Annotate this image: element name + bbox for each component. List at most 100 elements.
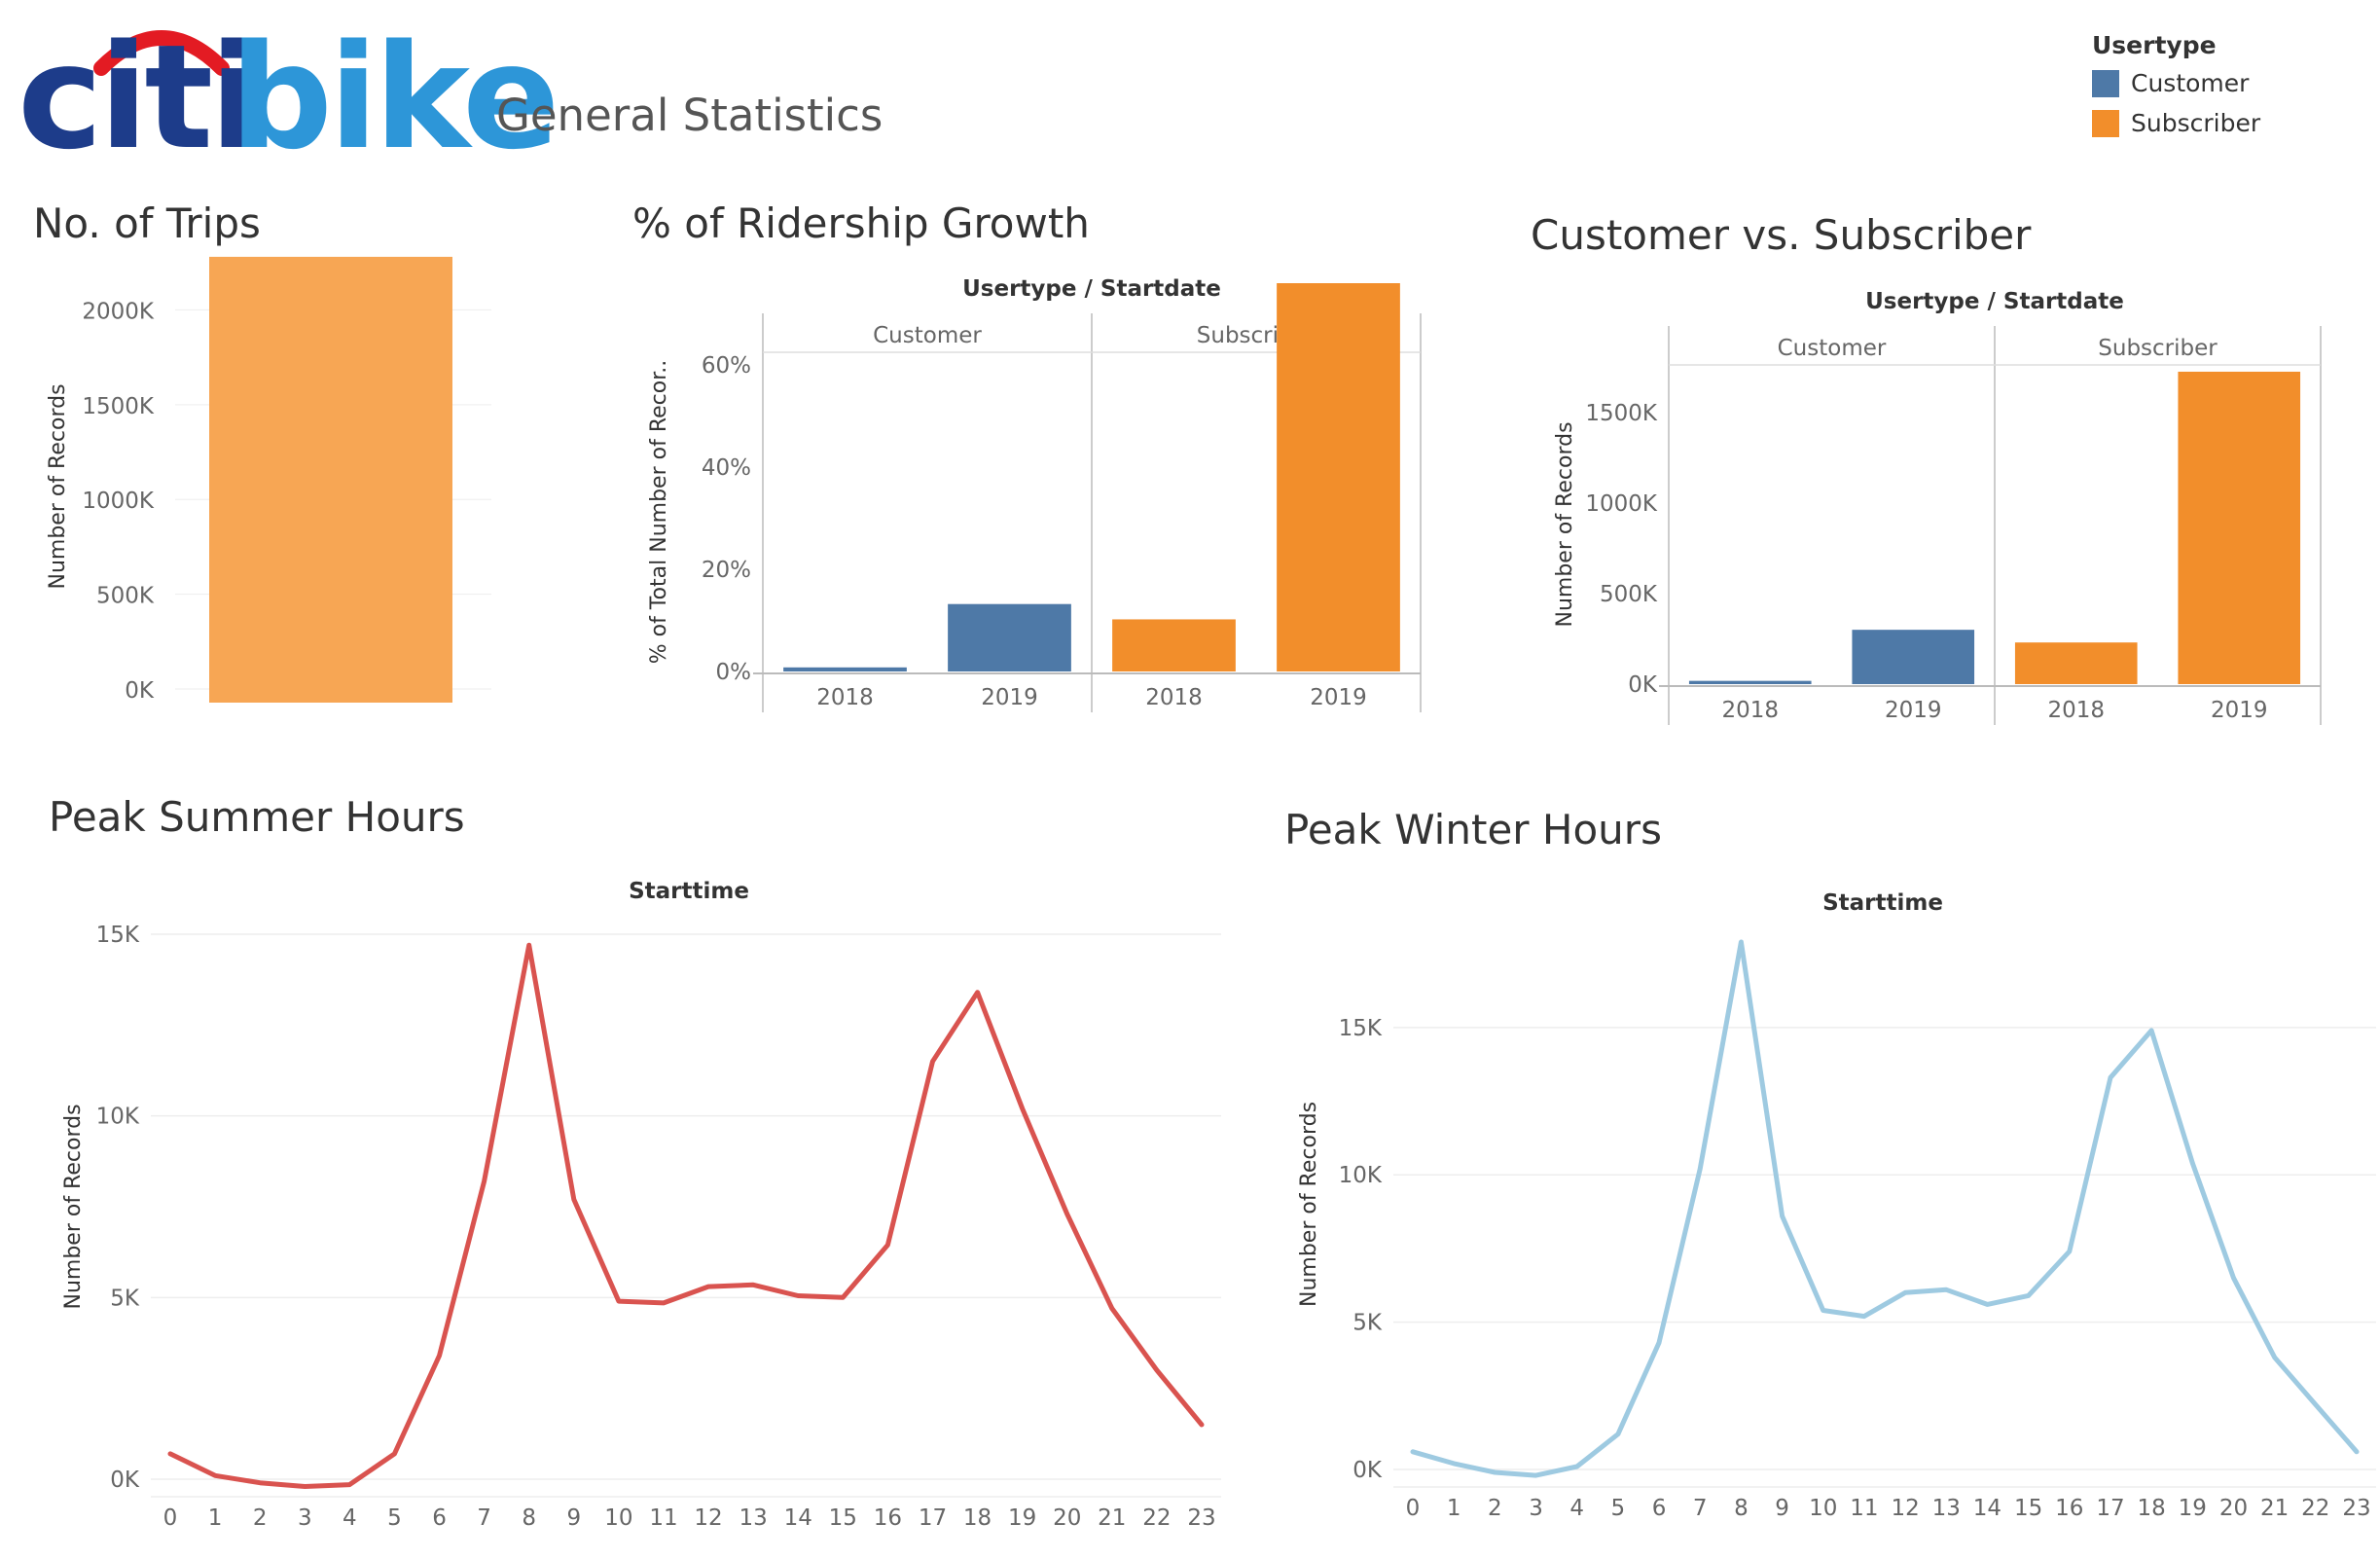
bar-total-trips xyxy=(209,256,452,703)
legend: Usertype Customer Subscriber xyxy=(2092,31,2260,137)
y-tick-label: 0K xyxy=(110,1468,140,1493)
y-tick-label: 1000K xyxy=(1585,491,1658,517)
facet-header: Usertype / Startdate xyxy=(962,276,1221,302)
x-tick-label: 20 xyxy=(1053,1505,1081,1531)
x-tick-label: 9 xyxy=(1775,1496,1789,1521)
x-tick-label: 6 xyxy=(432,1505,447,1531)
citibike-logo: citi bike xyxy=(18,18,559,169)
logo-citi-text: citi xyxy=(18,14,259,181)
x-tick-label: 14 xyxy=(1973,1496,2001,1521)
x-tick-label: 14 xyxy=(784,1505,812,1531)
y-axis-label: % of Total Number of Recor.. xyxy=(647,360,671,664)
x-tick-label: 18 xyxy=(963,1505,992,1531)
bar-subscriber-2019 xyxy=(2178,371,2301,684)
x-tick-label: 15 xyxy=(829,1505,857,1531)
x-tick-label: 16 xyxy=(2055,1496,2083,1521)
y-tick-label: 60% xyxy=(702,353,751,379)
y-tick-label: 1500K xyxy=(82,394,155,419)
x-tick-label: 23 xyxy=(1187,1505,1215,1531)
x-tick-label: 0 xyxy=(163,1505,178,1531)
x-tick-label: 2019 xyxy=(2211,698,2268,723)
y-axis-label: Number of Records xyxy=(46,383,70,589)
x-tick-label: 8 xyxy=(522,1505,536,1531)
x-tick-label: 13 xyxy=(1932,1496,1961,1521)
bar-subscriber-2018 xyxy=(2014,642,2138,684)
x-tick-label: 20 xyxy=(2219,1496,2248,1521)
y-axis-label: Number of Records xyxy=(61,1104,86,1309)
x-tick-label: 13 xyxy=(739,1505,767,1531)
x-tick-label: 22 xyxy=(1142,1505,1171,1531)
y-tick-label: 1500K xyxy=(1585,401,1658,426)
x-tick-label: 21 xyxy=(1098,1505,1126,1531)
winter-hours-chart: Starttime0K5K10K15KNumber of Records0 1 2 3… xyxy=(1297,890,2376,1521)
y-tick-label: 500K xyxy=(96,584,155,609)
facet-header: Usertype / Startdate xyxy=(1865,289,2124,314)
legend-item-subscriber[interactable]: Subscriber xyxy=(2092,109,2260,137)
section-title-winter: Peak Winter Hours xyxy=(1284,806,1662,853)
x-tick-label: 16 xyxy=(874,1505,902,1531)
x-tick-label: 9 xyxy=(566,1505,581,1531)
legend-swatch-subscriber xyxy=(2092,109,2119,137)
x-tick-label: 8 xyxy=(1734,1496,1749,1521)
cust-vs-sub-chart: Usertype / Startdate Customer Subscriber 0K… xyxy=(1553,289,2322,725)
bar-subscriber-2018 xyxy=(1112,619,1236,671)
y-tick-label: 500K xyxy=(1600,582,1658,607)
y-tick-label: 0K xyxy=(125,678,155,704)
x-tick-label: 19 xyxy=(1008,1505,1036,1531)
x-tick-label: 12 xyxy=(1891,1496,1919,1521)
x-tick-label: 17 xyxy=(919,1505,947,1531)
facet-label: Customer xyxy=(1778,336,1887,361)
x-tick-label: 2 xyxy=(253,1505,268,1531)
y-tick-label: 5K xyxy=(110,1286,140,1311)
x-tick-label: 7 xyxy=(1693,1496,1708,1521)
y-tick-label: 0K xyxy=(1352,1458,1383,1483)
x-tick-label: 10 xyxy=(1809,1496,1837,1521)
y-tick-label: 40% xyxy=(702,455,751,481)
x-tick-label: 2018 xyxy=(816,685,874,710)
x-tick-label: 17 xyxy=(2096,1496,2124,1521)
chart-header: Starttime xyxy=(1822,890,1943,916)
summer-hours-chart: Starttime0K5K10K15KNumber of Records0 1 2 3… xyxy=(61,879,1221,1531)
section-title-summer: Peak Summer Hours xyxy=(49,793,465,841)
bar-customer-2019 xyxy=(948,603,1071,671)
section-title-cust-vs-sub: Customer vs. Subscriber xyxy=(1531,211,2032,259)
x-tick-label: 4 xyxy=(343,1505,357,1531)
chart-header: Starttime xyxy=(629,879,749,904)
x-tick-label: 21 xyxy=(2260,1496,2289,1521)
x-tick-label: 2019 xyxy=(1310,685,1367,710)
series-line xyxy=(1410,939,2360,1478)
x-tick-label: 23 xyxy=(2342,1496,2370,1521)
x-tick-label: 2 xyxy=(1488,1496,1502,1521)
bar-subscriber-2019 xyxy=(1277,283,1400,671)
x-tick-label: 1 xyxy=(1447,1496,1461,1521)
x-tick-label: 11 xyxy=(649,1505,677,1531)
growth-chart: Usertype / StartdateCustomer Subscriber0%… xyxy=(647,276,1422,712)
y-tick-label: 0% xyxy=(716,660,752,685)
x-tick-label: 1 xyxy=(208,1505,223,1531)
x-tick-label: 19 xyxy=(2179,1496,2207,1521)
x-tick-label: 2019 xyxy=(1885,698,1942,723)
x-tick-label: 5 xyxy=(387,1505,402,1531)
x-tick-label: 2018 xyxy=(1721,698,1779,723)
x-tick-label: 6 xyxy=(1652,1496,1667,1521)
y-tick-label: 5K xyxy=(1352,1311,1383,1336)
y-tick-label: 15K xyxy=(96,923,140,948)
section-title-growth: % of Ridership Growth xyxy=(632,199,1090,247)
legend-title: Usertype xyxy=(2092,31,2217,59)
facet-label: Subscriber xyxy=(2098,336,2218,361)
y-tick-label: 20% xyxy=(702,558,751,583)
x-tick-label: 18 xyxy=(2137,1496,2165,1521)
y-axis-label: Number of Records xyxy=(1297,1102,1321,1307)
legend-swatch-customer xyxy=(2092,69,2119,97)
bar-customer-2019 xyxy=(1852,630,1975,684)
y-tick-label: 10K xyxy=(96,1105,140,1130)
y-axis-label: Number of Records xyxy=(1553,421,1577,627)
x-tick-label: 3 xyxy=(298,1505,312,1531)
facet-label: Customer xyxy=(873,323,982,348)
legend-item-customer[interactable]: Customer xyxy=(2092,69,2260,97)
x-tick-label: 7 xyxy=(477,1505,491,1531)
series-line xyxy=(167,942,1205,1489)
x-tick-label: 2018 xyxy=(2047,698,2105,723)
x-tick-label: 2019 xyxy=(981,685,1038,710)
y-tick-label: 10K xyxy=(1339,1163,1383,1188)
